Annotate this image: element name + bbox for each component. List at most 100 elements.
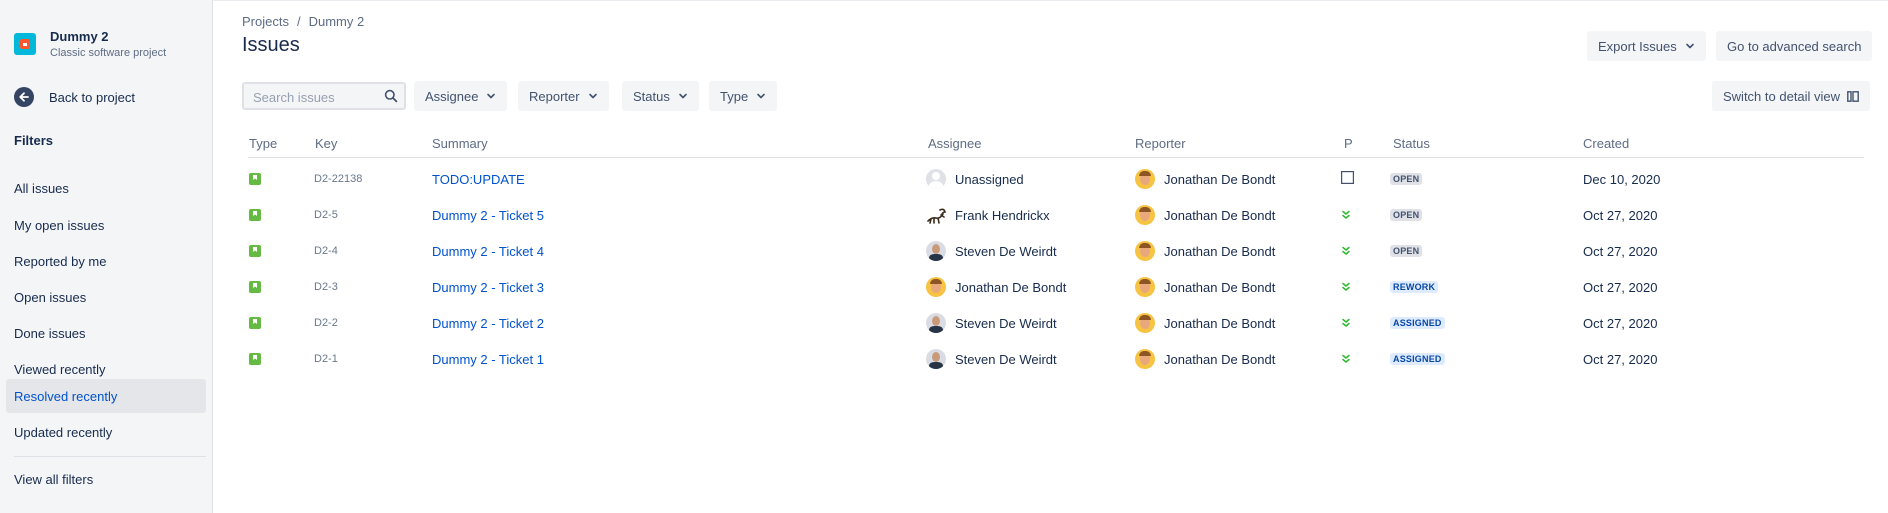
assignee-avatar bbox=[926, 313, 946, 333]
chevron-down-icon bbox=[486, 91, 496, 101]
assignee-filter-button[interactable]: Assignee bbox=[414, 81, 508, 111]
sidebar-divider bbox=[14, 456, 206, 457]
table-row[interactable]: D2-5 Dummy 2 - Ticket 5 Frank Hendrickx Jon… bbox=[0, 197, 1888, 233]
double-chevron-down-icon bbox=[1341, 316, 1351, 331]
story-icon bbox=[249, 281, 261, 293]
reporter-name: Jonathan De Bondt bbox=[1164, 171, 1276, 187]
assignee-cell: Steven De Weirdt bbox=[926, 305, 1057, 341]
reporter-cell: Jonathan De Bondt bbox=[1135, 341, 1275, 377]
status-lozenge: OPEN bbox=[1390, 173, 1423, 185]
story-icon bbox=[249, 317, 261, 329]
status-lozenge: OPEN bbox=[1390, 245, 1423, 257]
created-date: Oct 27, 2020 bbox=[1583, 279, 1658, 295]
assignee-name: Frank Hendrickx bbox=[955, 207, 1050, 223]
reporter-avatar bbox=[1135, 313, 1155, 333]
reporter-name: Jonathan De Bondt bbox=[1164, 351, 1276, 367]
sidebar-item-view-all-filters[interactable]: View all filters bbox=[6, 462, 206, 496]
issue-key[interactable]: D2-5 bbox=[314, 209, 338, 221]
detail-view-icon bbox=[1847, 90, 1859, 102]
issue-summary-link[interactable]: Dummy 2 - Ticket 3 bbox=[432, 280, 544, 295]
breadcrumb-projects[interactable]: Projects bbox=[242, 14, 289, 29]
issue-key[interactable]: D2-1 bbox=[314, 353, 338, 365]
chevron-down-icon bbox=[588, 91, 598, 101]
created-date: Oct 27, 2020 bbox=[1583, 351, 1658, 367]
reporter-avatar bbox=[1135, 277, 1155, 297]
table-row[interactable]: D2-4 Dummy 2 - Ticket 4 Steven De Weirdt Jo… bbox=[0, 233, 1888, 269]
issue-key[interactable]: D2-22138 bbox=[314, 173, 362, 185]
back-to-project-label: Back to project bbox=[49, 89, 135, 105]
assignee-name: Steven De Weirdt bbox=[955, 243, 1057, 259]
column-header-status[interactable]: Status bbox=[1393, 136, 1430, 151]
export-issues-button[interactable]: Export Issues bbox=[1587, 31, 1706, 61]
back-to-project-link[interactable]: Back to project bbox=[14, 87, 135, 107]
issue-summary-link[interactable]: Dummy 2 - Ticket 4 bbox=[432, 244, 544, 259]
breadcrumb-separator: / bbox=[296, 14, 301, 29]
assignee-filter-label: Assignee bbox=[425, 88, 479, 104]
status-filter-button[interactable]: Status bbox=[622, 81, 699, 111]
search-input[interactable] bbox=[244, 84, 385, 110]
table-header-divider bbox=[248, 157, 1864, 158]
issue-key[interactable]: D2-3 bbox=[314, 281, 338, 293]
sidebar-item-label: View all filters bbox=[14, 471, 94, 487]
column-header-summary[interactable]: Summary bbox=[432, 136, 488, 151]
reporter-cell: Jonathan De Bondt bbox=[1135, 305, 1275, 341]
issue-key[interactable]: D2-4 bbox=[314, 245, 338, 257]
created-date: Dec 10, 2020 bbox=[1583, 171, 1661, 187]
double-chevron-down-icon bbox=[1341, 352, 1351, 367]
reporter-filter-label: Reporter bbox=[529, 88, 580, 104]
table-row[interactable]: D2-2 Dummy 2 - Ticket 2 Steven De Weirdt Jo… bbox=[0, 305, 1888, 341]
assignee-cell: Steven De Weirdt bbox=[926, 233, 1057, 269]
reporter-name: Jonathan De Bondt bbox=[1164, 207, 1276, 223]
reporter-cell: Jonathan De Bondt bbox=[1135, 197, 1275, 233]
status-lozenge: REWORK bbox=[1390, 281, 1439, 293]
column-header-type[interactable]: Type bbox=[249, 136, 277, 151]
issue-summary-link[interactable]: Dummy 2 - Ticket 2 bbox=[432, 316, 544, 331]
assignee-name: Steven De Weirdt bbox=[955, 315, 1057, 331]
sidebar-item-updated-recently[interactable]: Updated recently bbox=[6, 415, 206, 449]
column-header-assignee[interactable]: Assignee bbox=[928, 136, 981, 151]
filters-heading: Filters bbox=[14, 133, 54, 148]
status-lozenge: ASSIGNED bbox=[1390, 317, 1445, 329]
reporter-name: Jonathan De Bondt bbox=[1164, 315, 1276, 331]
reporter-cell: Jonathan De Bondt bbox=[1135, 269, 1275, 305]
top-border bbox=[0, 0, 1888, 1]
column-header-reporter[interactable]: Reporter bbox=[1135, 136, 1186, 151]
table-row[interactable]: D2-3 Dummy 2 - Ticket 3 Jonathan De Bondt J… bbox=[0, 269, 1888, 305]
search-icon[interactable] bbox=[384, 89, 398, 106]
assignee-name: Steven De Weirdt bbox=[955, 351, 1057, 367]
issue-summary-link[interactable]: Dummy 2 - Ticket 5 bbox=[432, 208, 544, 223]
chevron-down-icon bbox=[678, 91, 688, 101]
column-header-created[interactable]: Created bbox=[1583, 136, 1629, 151]
advanced-search-button[interactable]: Go to advanced search bbox=[1716, 31, 1873, 61]
story-icon bbox=[249, 353, 261, 365]
reporter-filter-button[interactable]: Reporter bbox=[518, 81, 609, 111]
column-header-priority[interactable]: P bbox=[1344, 136, 1353, 151]
breadcrumb-project[interactable]: Dummy 2 bbox=[309, 14, 365, 29]
reporter-name: Jonathan De Bondt bbox=[1164, 279, 1276, 295]
type-filter-button[interactable]: Type bbox=[709, 81, 778, 111]
sidebar-item-label: Resolved recently bbox=[14, 388, 118, 404]
assignee-cell: Jonathan De Bondt bbox=[926, 269, 1066, 305]
sidebar-item-resolved-recently[interactable]: Resolved recently bbox=[6, 379, 206, 413]
double-chevron-down-icon bbox=[1341, 280, 1351, 295]
advanced-search-label: Go to advanced search bbox=[1727, 38, 1862, 54]
story-icon bbox=[249, 173, 261, 185]
assignee-cell: Frank Hendrickx bbox=[926, 197, 1050, 233]
assignee-name: Jonathan De Bondt bbox=[955, 279, 1067, 295]
table-row[interactable]: D2-1 Dummy 2 - Ticket 1 Steven De Weirdt Jo… bbox=[0, 341, 1888, 377]
project-avatar[interactable] bbox=[14, 33, 36, 55]
assignee-name: Unassigned bbox=[955, 171, 1024, 187]
reporter-avatar bbox=[1135, 349, 1155, 369]
page-title: Issues bbox=[242, 34, 300, 56]
issue-key[interactable]: D2-2 bbox=[314, 317, 338, 329]
issue-summary-link[interactable]: TODO:UPDATE bbox=[432, 172, 525, 187]
status-lozenge: ASSIGNED bbox=[1390, 353, 1445, 365]
assignee-avatar bbox=[926, 277, 946, 297]
project-name[interactable]: Dummy 2 bbox=[50, 29, 109, 44]
switch-to-detail-view-button[interactable]: Switch to detail view bbox=[1712, 81, 1871, 111]
table-row[interactable]: D2-22138 TODO:UPDATE Unassigned Jonathan De… bbox=[0, 161, 1888, 197]
column-header-key[interactable]: Key bbox=[315, 136, 337, 151]
issue-summary-link[interactable]: Dummy 2 - Ticket 1 bbox=[432, 352, 544, 367]
assignee-avatar bbox=[926, 205, 947, 225]
sidebar-item-label: Updated recently bbox=[14, 424, 113, 440]
